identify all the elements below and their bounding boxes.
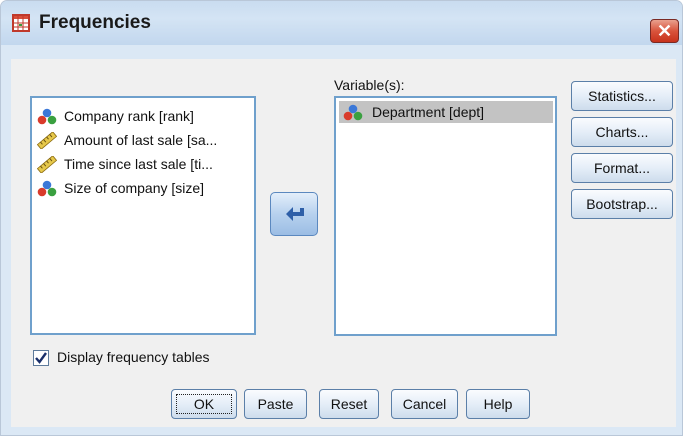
close-button[interactable]: ✕ [650, 19, 679, 43]
help-button[interactable]: Help [466, 389, 530, 419]
variable-label: Size of company [size] [64, 180, 205, 196]
list-item-selected[interactable]: Department [dept] [339, 101, 553, 123]
variable-label: Department [dept] [372, 104, 485, 120]
paste-button[interactable]: Paste [244, 389, 307, 419]
variable-label: Company rank [rank] [64, 108, 194, 124]
charts-button[interactable]: Charts... [571, 117, 673, 147]
variable-label: Time since last sale [ti... [64, 156, 213, 172]
nominal-variable-icon [343, 104, 363, 121]
title-bar[interactable]: Frequencies ✕ [1, 1, 682, 45]
frequencies-dialog: Frequencies ✕ Company rank [rank] Amount… [0, 0, 683, 436]
scale-variable-icon [37, 132, 57, 149]
statistics-button[interactable]: Statistics... [571, 81, 673, 111]
format-button[interactable]: Format... [571, 153, 673, 183]
display-frequency-tables-checkbox[interactable] [33, 350, 49, 366]
frequencies-app-icon [12, 14, 30, 32]
display-frequency-tables-label[interactable]: Display frequency tables [57, 349, 210, 365]
checkmark-icon [35, 352, 47, 364]
variables-label: Variable(s): [334, 77, 405, 93]
reset-button[interactable]: Reset [319, 389, 379, 419]
ok-label: OK [193, 396, 215, 412]
window-title: Frequencies [39, 12, 151, 33]
bootstrap-button[interactable]: Bootstrap... [571, 189, 673, 219]
source-variable-list[interactable]: Company rank [rank] Amount of last sale … [30, 96, 256, 335]
cancel-button[interactable]: Cancel [391, 389, 458, 419]
move-variable-button[interactable] [270, 192, 318, 236]
dialog-body: Company rank [rank] Amount of last sale … [11, 59, 676, 427]
nominal-variable-icon [37, 108, 57, 125]
nominal-variable-icon [37, 180, 57, 197]
scale-variable-icon [37, 156, 57, 173]
ok-button[interactable]: OK [171, 389, 237, 419]
arrow-left-icon [286, 207, 304, 221]
close-icon: ✕ [656, 21, 673, 41]
variable-label: Amount of last sale [sa... [64, 132, 218, 148]
target-variable-list[interactable]: Department [dept] [334, 96, 557, 336]
